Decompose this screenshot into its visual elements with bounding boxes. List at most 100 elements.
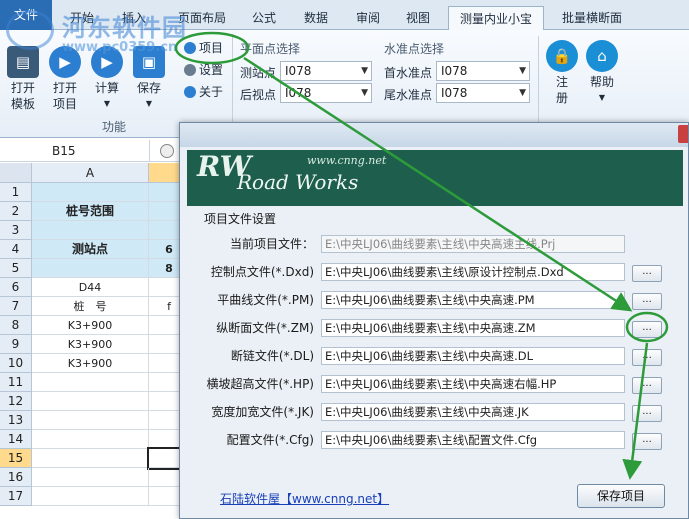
- project-icon: [184, 42, 196, 54]
- open-project-button[interactable]: ▶ 打开 项目: [46, 46, 84, 112]
- row-header[interactable]: 16: [0, 468, 32, 487]
- row-header[interactable]: 6: [0, 278, 32, 297]
- row-header[interactable]: 15: [0, 449, 32, 468]
- browse-button[interactable]: ...: [632, 265, 662, 282]
- gear-icon: [184, 64, 196, 76]
- ribbon-divider: [538, 36, 539, 134]
- file-path-field[interactable]: E:\中央LJ06\曲线要素\主线\配置文件.Cfg: [321, 431, 625, 449]
- website-link[interactable]: 石陆软件屋【www.cnng.net】: [220, 490, 389, 507]
- row-header[interactable]: 9: [0, 335, 32, 354]
- cell-a14[interactable]: [32, 430, 149, 449]
- browse-button[interactable]: ...: [632, 293, 662, 310]
- file-path-field[interactable]: E:\中央LJ06\曲线要素\主线\原设计控制点.Dxd: [321, 263, 625, 281]
- open-template-label: 打开 模板: [10, 81, 35, 111]
- browse-button[interactable]: ...: [632, 377, 662, 394]
- calculate-label: 计算: [94, 81, 119, 95]
- cell-a16[interactable]: [32, 468, 149, 487]
- row-header[interactable]: 13: [0, 411, 32, 430]
- tab-batch-cross-section[interactable]: 批量横断面: [552, 6, 632, 30]
- tab-survey-tool[interactable]: 测量内业小宝: [448, 6, 544, 31]
- file-path-field[interactable]: E:\中央LJ06\曲线要素\主线\中央高速.DL: [321, 347, 625, 365]
- row-header[interactable]: 3: [0, 221, 32, 240]
- row-header[interactable]: 4: [0, 240, 32, 259]
- help-button[interactable]: ⌂ 帮助 ▼: [584, 40, 620, 106]
- save-ribbon-button[interactable]: ▣ 保存 ▼: [130, 46, 168, 112]
- tab-view[interactable]: 视图: [398, 6, 438, 30]
- field-label: 横坡超高文件(*.HP): [206, 377, 314, 391]
- settings-menu-item[interactable]: 设置: [184, 60, 223, 80]
- row-header[interactable]: 11: [0, 373, 32, 392]
- row-header[interactable]: 10: [0, 354, 32, 373]
- register-button[interactable]: 🔒 注 册: [544, 40, 580, 106]
- row-header[interactable]: 17: [0, 487, 32, 506]
- banner-url: www.cnng.net: [307, 154, 387, 167]
- dialog-titlebar: [180, 123, 688, 147]
- file-path-field[interactable]: E:\中央LJ06\曲线要素\主线\中央高速右幅.HP: [321, 375, 625, 393]
- home-icon: ⌂: [586, 40, 618, 72]
- station-point-value: I078: [285, 64, 312, 78]
- field-label: 配置文件(*.Cfg): [226, 433, 314, 447]
- watermark-name: 河东软件园: [62, 14, 187, 42]
- browse-button[interactable]: ...: [632, 433, 662, 450]
- cell-a8[interactable]: K3+900: [32, 316, 149, 335]
- cell-a3[interactable]: [32, 221, 149, 240]
- row-header[interactable]: 2: [0, 202, 32, 221]
- file-path-field[interactable]: E:\中央LJ06\曲线要素\主线\中央高速.PM: [321, 291, 625, 309]
- close-icon[interactable]: [678, 125, 688, 143]
- chevron-down-icon: ▼: [103, 99, 111, 108]
- cell-a4[interactable]: 测站点: [32, 240, 149, 259]
- field-label: 平曲线文件(*.PM): [217, 293, 314, 307]
- row-header[interactable]: 7: [0, 297, 32, 316]
- first-level-select[interactable]: I078 ▼: [436, 61, 530, 81]
- plane-point-title: 平面点选择: [240, 42, 301, 56]
- column-header-a[interactable]: A: [32, 163, 149, 183]
- project-menu-item[interactable]: 项目: [184, 38, 223, 58]
- brand-banner: RW www.cnng.net Road Works: [187, 150, 683, 206]
- last-level-select[interactable]: I078 ▼: [436, 83, 530, 103]
- browse-button[interactable]: ...: [632, 349, 662, 366]
- row-header[interactable]: 1: [0, 183, 32, 202]
- file-path-field[interactable]: E:\中央LJ06\曲线要素\主线\中央高速.JK: [321, 403, 625, 421]
- row-header[interactable]: 14: [0, 430, 32, 449]
- calculate-button[interactable]: ▶ 计算 ▼: [88, 46, 126, 112]
- back-point-select[interactable]: I078 ▼: [280, 83, 372, 103]
- chevron-down-icon: ▼: [598, 93, 606, 102]
- station-point-select[interactable]: I078 ▼: [280, 61, 372, 81]
- cell-a15[interactable]: [32, 449, 149, 468]
- save-project-button[interactable]: 保存项目: [577, 484, 665, 508]
- level-point-title: 水准点选择: [384, 42, 445, 56]
- cell-a11[interactable]: [32, 373, 149, 392]
- tab-review[interactable]: 审阅: [348, 6, 388, 30]
- row-header[interactable]: 5: [0, 259, 32, 278]
- cell-a10[interactable]: K3+900: [32, 354, 149, 373]
- first-level-label: 首水准点: [384, 66, 433, 80]
- file-path-field[interactable]: E:\中央LJ06\曲线要素\主线\中央高速.ZM: [321, 319, 625, 337]
- select-all-corner[interactable]: [0, 163, 32, 183]
- cell-a13[interactable]: [32, 411, 149, 430]
- browse-button[interactable]: ...: [632, 405, 662, 422]
- cell-a2[interactable]: 桩号范围: [32, 202, 149, 221]
- cell-a1[interactable]: [32, 183, 149, 202]
- browse-button[interactable]: ...: [632, 321, 662, 338]
- cell-a6[interactable]: D44: [32, 278, 149, 297]
- formula-cancel-icon[interactable]: [160, 144, 174, 158]
- name-box[interactable]: B15: [0, 140, 150, 162]
- lock-icon: 🔒: [546, 40, 578, 72]
- cell-a17[interactable]: [32, 487, 149, 506]
- field-label: 当前项目文件：: [229, 237, 314, 251]
- cell-a7[interactable]: 桩 号: [32, 297, 149, 316]
- open-project-label: 打开 项目: [52, 81, 77, 111]
- watermark-url: www.pc0359.cn: [62, 40, 178, 55]
- row-header[interactable]: 8: [0, 316, 32, 335]
- row-header[interactable]: 12: [0, 392, 32, 411]
- tab-formulas[interactable]: 公式: [244, 6, 284, 30]
- project-settings-dialog: RW www.cnng.net Road Works 项目文件设置 当前项目文件…: [179, 122, 689, 519]
- cell-a5[interactable]: [32, 259, 149, 278]
- tab-data[interactable]: 数据: [296, 6, 336, 30]
- section-title: 项目文件设置: [204, 212, 277, 226]
- settings-item-label: 设置: [199, 63, 224, 77]
- cell-a12[interactable]: [32, 392, 149, 411]
- about-menu-item[interactable]: 关于: [184, 82, 223, 102]
- open-template-button[interactable]: ▤ 打开 模板: [4, 46, 42, 112]
- cell-a9[interactable]: K3+900: [32, 335, 149, 354]
